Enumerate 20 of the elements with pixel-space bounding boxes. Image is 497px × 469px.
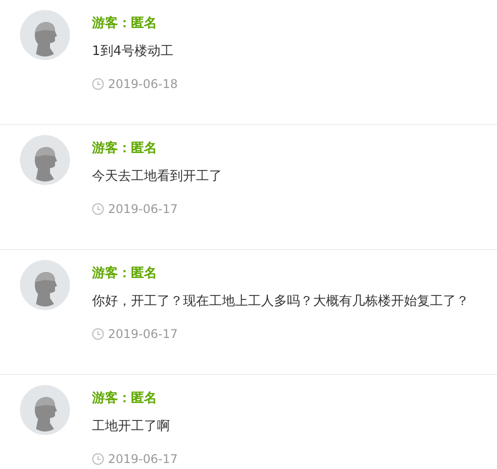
comment-date: 2019-06-17 [108, 201, 178, 217]
comment-text: 今天去工地看到开工了 [92, 168, 222, 186]
comment-date: 2019-06-17 [108, 326, 178, 342]
avatar-icon [20, 10, 70, 60]
comment-date: 2019-06-18 [108, 76, 178, 92]
avatar-icon [20, 135, 70, 185]
comment-date: 2019-06-17 [108, 451, 178, 467]
avatar-icon [20, 260, 70, 310]
author-name: 游客：匿名 [92, 15, 157, 33]
author-name: 游客：匿名 [92, 265, 157, 283]
avatar-icon [20, 385, 70, 435]
author-name: 游客：匿名 [92, 140, 157, 158]
clock-icon [92, 78, 104, 90]
clock-icon [92, 203, 104, 215]
author-name: 游客：匿名 [92, 390, 157, 408]
clock-icon [92, 453, 104, 465]
clock-icon [92, 328, 104, 340]
comment-text: 你好，开工了？现在工地上工人多吗？大概有几栋楼开始复工了？ [92, 293, 469, 311]
comment-text: 1到4号楼动工 [92, 43, 175, 61]
comment-text: 工地开工了啊 [92, 418, 171, 436]
